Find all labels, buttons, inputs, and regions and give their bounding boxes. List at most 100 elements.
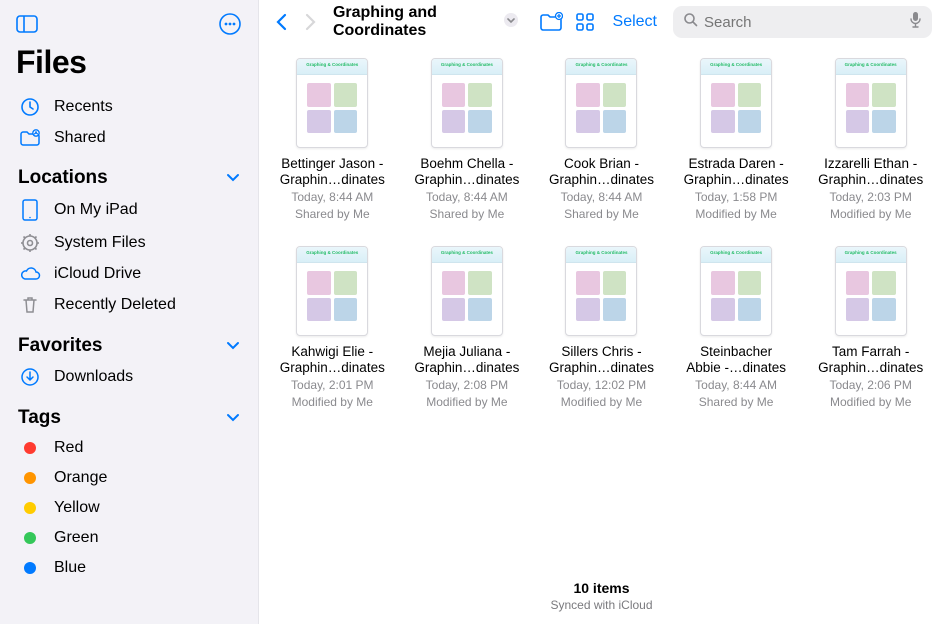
search-icon bbox=[683, 12, 698, 32]
file-status: Shared by Me bbox=[430, 207, 505, 222]
select-button[interactable]: Select bbox=[607, 13, 663, 31]
section-header-tags[interactable]: Tags bbox=[10, 393, 248, 433]
item-count: 10 items bbox=[259, 580, 944, 596]
file-item[interactable]: Graphing & Coordinates Cook Brian -Graph… bbox=[536, 58, 667, 222]
file-item[interactable]: Graphing & Coordinates Boehm Chella -Gra… bbox=[402, 58, 533, 222]
file-time: Today, 8:44 AM bbox=[561, 190, 643, 205]
file-status: Shared by Me bbox=[564, 207, 639, 222]
file-thumbnail: Graphing & Coordinates bbox=[700, 58, 772, 148]
sidebar-toggle-icon[interactable] bbox=[16, 15, 38, 33]
file-thumbnail: Graphing & Coordinates bbox=[296, 246, 368, 336]
file-status: Modified by Me bbox=[830, 207, 911, 222]
sync-status: Synced with iCloud bbox=[259, 598, 944, 612]
sidebar-tag-orange[interactable]: Orange bbox=[10, 463, 248, 493]
chevron-down-icon bbox=[226, 173, 240, 183]
file-name: SteinbacherAbbie -…dinates bbox=[686, 344, 786, 376]
file-name: Estrada Daren -Graphin…dinates bbox=[684, 156, 789, 188]
toolbar: Graphing and Coordinates Select bbox=[259, 0, 944, 44]
sidebar-item-downloads[interactable]: Downloads bbox=[10, 361, 248, 393]
sidebar-item-label: Shared bbox=[54, 129, 106, 147]
sidebar-item-label: Orange bbox=[54, 469, 107, 487]
file-status: Modified by Me bbox=[695, 207, 776, 222]
file-thumbnail: Graphing & Coordinates bbox=[565, 58, 637, 148]
file-item[interactable]: Graphing & Coordinates Bettinger Jason -… bbox=[267, 58, 398, 222]
file-name: Sillers Chris -Graphin…dinates bbox=[549, 344, 654, 376]
file-time: Today, 2:06 PM bbox=[829, 378, 912, 393]
search-field[interactable] bbox=[673, 6, 932, 38]
ipad-icon bbox=[18, 199, 42, 221]
file-item[interactable]: Graphing & Coordinates Kahwigi Elie -Gra… bbox=[267, 246, 398, 410]
file-status: Shared by Me bbox=[699, 395, 774, 410]
gear-icon bbox=[18, 233, 42, 253]
sidebar-item-shared[interactable]: Shared bbox=[10, 123, 248, 153]
file-name: Boehm Chella -Graphin…dinates bbox=[414, 156, 519, 188]
cloud-icon bbox=[18, 266, 42, 282]
sidebar: Files Recents Shared Locations On My iPa… bbox=[0, 0, 258, 624]
search-input[interactable] bbox=[704, 14, 903, 31]
sidebar-item-on-my-ipad[interactable]: On My iPad bbox=[10, 193, 248, 227]
chevron-dropdown-icon bbox=[503, 12, 519, 33]
file-time: Today, 2:08 PM bbox=[426, 378, 509, 393]
file-thumbnail: Graphing & Coordinates bbox=[835, 246, 907, 336]
file-thumbnail: Graphing & Coordinates bbox=[700, 246, 772, 336]
download-icon bbox=[18, 367, 42, 387]
sidebar-item-label: System Files bbox=[54, 234, 146, 252]
new-folder-button[interactable] bbox=[539, 8, 563, 36]
tag-dot-green bbox=[18, 532, 42, 544]
sidebar-tag-yellow[interactable]: Yellow bbox=[10, 493, 248, 523]
sidebar-item-icloud-drive[interactable]: iCloud Drive bbox=[10, 259, 248, 289]
breadcrumb[interactable]: Graphing and Coordinates bbox=[333, 4, 519, 40]
sidebar-item-recently-deleted[interactable]: Recently Deleted bbox=[10, 289, 248, 321]
file-item[interactable]: Graphing & Coordinates Estrada Daren -Gr… bbox=[671, 58, 802, 222]
sidebar-item-label: Blue bbox=[54, 559, 86, 577]
file-item[interactable]: Graphing & Coordinates Sillers Chris -Gr… bbox=[536, 246, 667, 410]
file-name: Tam Farrah -Graphin…dinates bbox=[818, 344, 923, 376]
file-name: Bettinger Jason -Graphin…dinates bbox=[280, 156, 385, 188]
file-item[interactable]: Graphing & Coordinates SteinbacherAbbie … bbox=[671, 246, 802, 410]
dictation-icon[interactable] bbox=[909, 11, 922, 34]
tag-dot-yellow bbox=[18, 502, 42, 514]
shared-folder-icon bbox=[18, 129, 42, 147]
file-thumbnail: Graphing & Coordinates bbox=[835, 58, 907, 148]
file-item[interactable]: Graphing & Coordinates Izzarelli Ethan -… bbox=[805, 58, 936, 222]
sidebar-item-label: Red bbox=[54, 439, 83, 457]
sidebar-tag-green[interactable]: Green bbox=[10, 523, 248, 553]
file-grid-area: Graphing & Coordinates Bettinger Jason -… bbox=[259, 44, 944, 570]
file-thumbnail: Graphing & Coordinates bbox=[431, 58, 503, 148]
forward-button[interactable] bbox=[301, 13, 321, 31]
file-item[interactable]: Graphing & Coordinates Tam Farrah -Graph… bbox=[805, 246, 936, 410]
section-header-locations[interactable]: Locations bbox=[10, 153, 248, 193]
tag-dot-orange bbox=[18, 472, 42, 484]
grid-view-button[interactable] bbox=[573, 8, 596, 36]
more-options-icon[interactable] bbox=[218, 12, 242, 36]
section-header-favorites[interactable]: Favorites bbox=[10, 321, 248, 361]
sidebar-item-label: Yellow bbox=[54, 499, 100, 517]
file-item[interactable]: Graphing & Coordinates Mejia Juliana -Gr… bbox=[402, 246, 533, 410]
file-status: Modified by Me bbox=[426, 395, 507, 410]
file-thumbnail: Graphing & Coordinates bbox=[431, 246, 503, 336]
sidebar-item-label: On My iPad bbox=[54, 201, 138, 219]
app-title: Files bbox=[10, 44, 248, 91]
file-time: Today, 2:01 PM bbox=[291, 378, 374, 393]
sidebar-tag-red[interactable]: Red bbox=[10, 433, 248, 463]
tag-dot-red bbox=[18, 442, 42, 454]
sidebar-item-recents[interactable]: Recents bbox=[10, 91, 248, 123]
sidebar-item-label: Green bbox=[54, 529, 98, 547]
file-time: Today, 12:02 PM bbox=[557, 378, 646, 393]
file-status: Shared by Me bbox=[295, 207, 370, 222]
file-status: Modified by Me bbox=[292, 395, 373, 410]
sidebar-item-system-files[interactable]: System Files bbox=[10, 227, 248, 259]
main-panel: Graphing and Coordinates Select Graphing… bbox=[258, 0, 944, 624]
file-name: Izzarelli Ethan -Graphin…dinates bbox=[818, 156, 923, 188]
sidebar-item-label: Recently Deleted bbox=[54, 296, 176, 314]
file-name: Kahwigi Elie -Graphin…dinates bbox=[280, 344, 385, 376]
back-button[interactable] bbox=[271, 13, 291, 31]
file-time: Today, 8:44 AM bbox=[695, 378, 777, 393]
clock-icon bbox=[18, 97, 42, 117]
sidebar-item-label: iCloud Drive bbox=[54, 265, 141, 283]
sidebar-tag-blue[interactable]: Blue bbox=[10, 553, 248, 583]
file-name: Cook Brian -Graphin…dinates bbox=[549, 156, 654, 188]
file-name: Mejia Juliana -Graphin…dinates bbox=[414, 344, 519, 376]
chevron-down-icon bbox=[226, 413, 240, 423]
file-status: Modified by Me bbox=[830, 395, 911, 410]
